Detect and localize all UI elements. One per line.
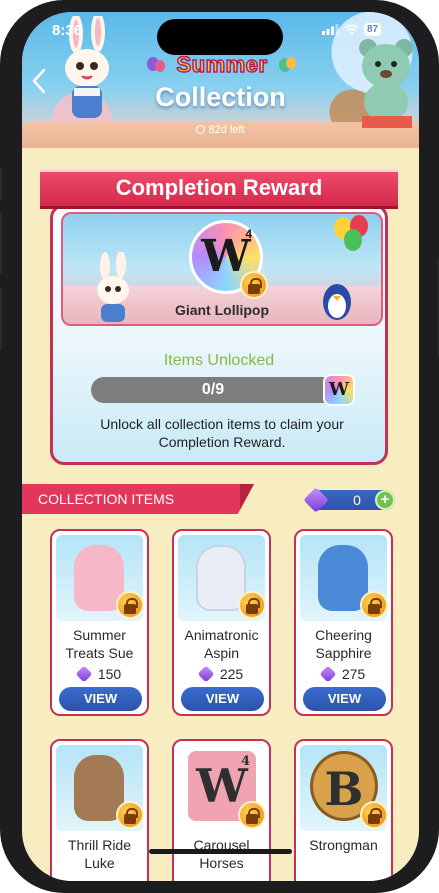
- item-artwork: [178, 535, 266, 621]
- volume-down-button: [0, 288, 2, 350]
- view-button[interactable]: VIEW: [59, 687, 142, 711]
- unlock-instructions: Unlock all collection items to claim you…: [100, 416, 344, 450]
- item-name: Summer Treats Sue: [65, 627, 134, 661]
- status-time: 8:36: [52, 22, 83, 39]
- gem-balance: 0 +: [303, 487, 395, 513]
- collection-item-card[interactable]: Animatronic Aspin 225 VIEW: [172, 529, 271, 716]
- reward-image: W 4 Giant Lollipop: [61, 212, 383, 326]
- summer-event-logo: Summer: [176, 51, 268, 78]
- item-price: 225: [174, 665, 269, 683]
- item-price: 150: [52, 665, 147, 683]
- teddy-bear-illustration: [359, 39, 413, 128]
- collection-item-card[interactable]: Thrill Ride Luke: [50, 739, 149, 881]
- lock-icon: [116, 801, 144, 829]
- item-price: 275: [296, 665, 391, 683]
- gem-balance-value: 0: [353, 492, 361, 508]
- lock-icon: [360, 591, 388, 619]
- progress-text: 0/9: [201, 381, 225, 398]
- time-left-text: 82d left: [208, 124, 245, 136]
- add-gems-button[interactable]: +: [375, 490, 395, 510]
- collection-item-card[interactable]: Summer Treats Sue 150 VIEW: [50, 529, 149, 716]
- page-title: Collection: [155, 82, 286, 112]
- collection-item-card[interactable]: B Strongman: [294, 739, 393, 881]
- lock-icon: [116, 591, 144, 619]
- item-artwork: [56, 745, 144, 831]
- view-button[interactable]: VIEW: [303, 687, 386, 711]
- reward-item-name: Giant Lollipop: [174, 302, 270, 318]
- item-name: Carousel Horses: [193, 837, 250, 871]
- app-screen: 8:36 87 Summer Collection 82d left W 4 G…: [22, 12, 419, 881]
- gem-icon: [75, 665, 93, 683]
- clock-icon: [196, 125, 206, 134]
- item-artwork: B: [300, 745, 388, 831]
- item-artwork: [300, 535, 388, 621]
- item-artwork: W 4: [178, 745, 266, 831]
- giant-lollipop-tile: W 4: [189, 220, 268, 299]
- collection-item-card[interactable]: Cheering Sapphire 275 VIEW: [294, 529, 393, 716]
- phone-frame: 8:36 87 Summer Collection 82d left W 4 G…: [0, 0, 439, 893]
- gem-icon: [303, 487, 329, 513]
- view-button[interactable]: VIEW: [181, 687, 264, 711]
- item-price-value: 275: [341, 666, 366, 682]
- volume-up-button: [0, 212, 2, 274]
- dynamic-island: [157, 19, 283, 55]
- tile-subscript: 4: [245, 227, 252, 241]
- battery-level: 87: [364, 23, 382, 36]
- home-indicator[interactable]: [149, 849, 292, 854]
- event-header: 8:36 87 Summer Collection 82d left: [22, 12, 419, 148]
- cellular-signal-icon: [322, 24, 339, 35]
- item-name: Thrill Ride Luke: [67, 837, 131, 871]
- collection-items-banner: COLLECTION ITEMS: [22, 484, 254, 514]
- item-price-value: 225: [219, 666, 244, 682]
- wifi-icon: [344, 24, 359, 35]
- item-name: Animatronic Aspin: [184, 627, 259, 661]
- tile-subscript: 4: [240, 754, 250, 769]
- item-name: Cheering Sapphire: [315, 627, 372, 661]
- item-price-value: 150: [97, 666, 122, 682]
- badge-letter: W: [328, 379, 350, 400]
- completion-reward-card: W 4 Giant Lollipop Items Unlocked 0/9 W …: [50, 204, 388, 465]
- event-timer: 82d left: [22, 124, 419, 136]
- lock-icon: [238, 801, 266, 829]
- reward-badge-icon: W: [323, 374, 355, 406]
- balloons-illustration: [334, 215, 368, 251]
- gem-icon: [319, 665, 337, 683]
- status-icons: 87: [322, 23, 382, 36]
- item-artwork: [56, 535, 144, 621]
- lock-icon: [238, 591, 266, 619]
- balloon-icon: [279, 57, 296, 72]
- completion-reward-banner: Completion Reward: [40, 169, 398, 209]
- gem-icon: [197, 665, 215, 683]
- progress-bar: 0/9: [91, 377, 335, 403]
- collection-item-card[interactable]: W 4 Carousel Horses: [172, 739, 271, 881]
- item-name: Strongman: [309, 837, 378, 853]
- action-button: [0, 168, 2, 200]
- lock-icon: [240, 271, 268, 299]
- items-unlocked-label: Items Unlocked: [163, 352, 275, 369]
- lock-icon: [360, 801, 388, 829]
- tile-letter: B: [324, 762, 364, 816]
